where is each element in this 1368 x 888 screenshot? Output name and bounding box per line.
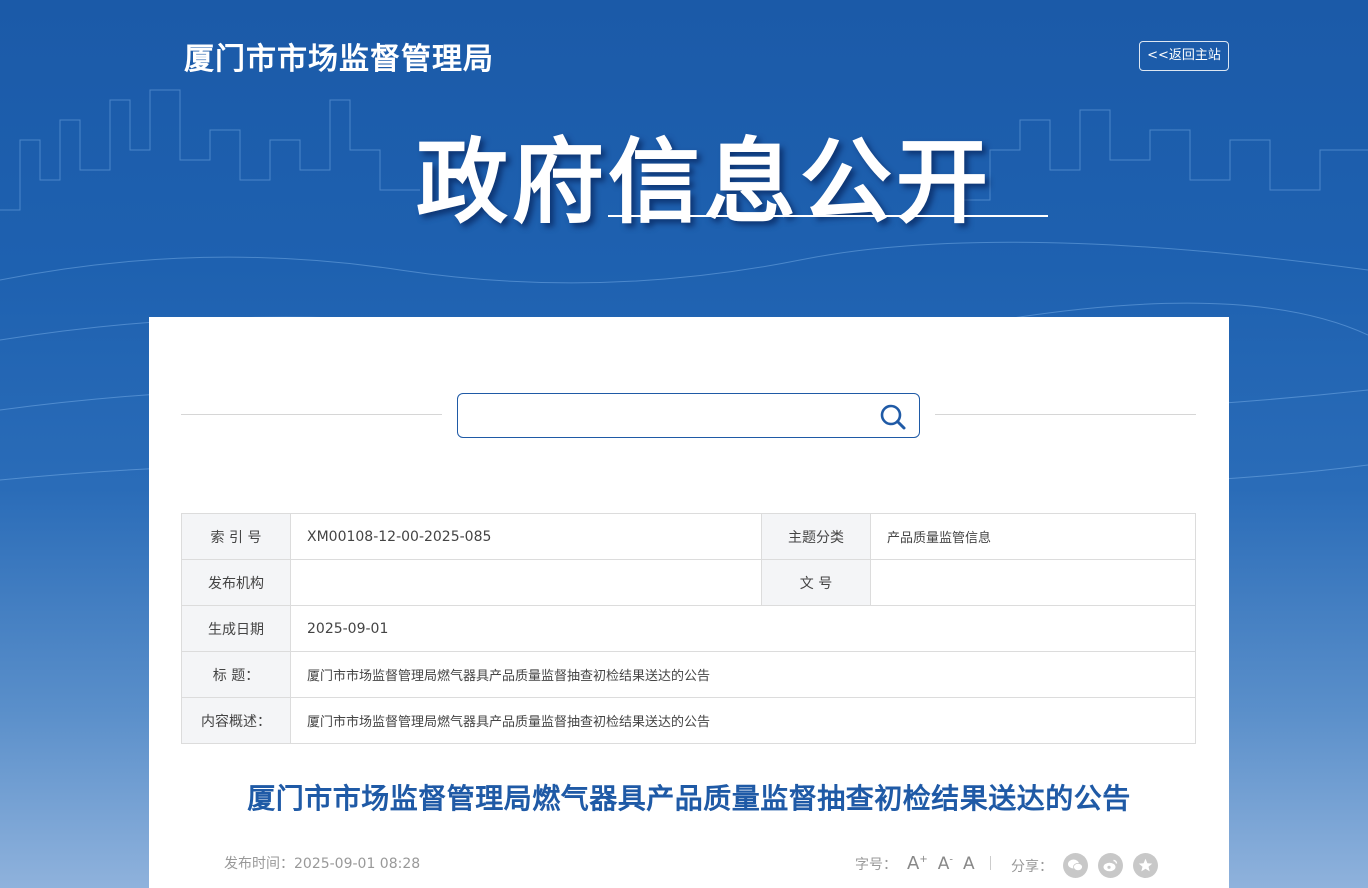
search-divider-right bbox=[935, 414, 1196, 415]
font-size-large-button[interactable]: A+ bbox=[907, 853, 928, 874]
weibo-icon[interactable] bbox=[1098, 853, 1123, 878]
font-medium-minus: - bbox=[949, 853, 953, 865]
share-bar: 分享： bbox=[1011, 853, 1158, 878]
share-label: 分享： bbox=[1011, 858, 1053, 875]
search-box bbox=[457, 393, 920, 438]
table-row: 标 题： 厦门市市场监督管理局燃气器具产品质量监督抽查初检结果送达的公告 bbox=[181, 651, 1196, 698]
search-icon[interactable] bbox=[879, 403, 907, 431]
back-to-main-site-button[interactable]: <<返回主站 bbox=[1139, 41, 1229, 71]
publish-time: 发布时间：2025-09-01 08:28 bbox=[224, 856, 421, 872]
title-value: 厦门市市场监督管理局燃气器具产品质量监督抽查初检结果送达的公告 bbox=[290, 651, 1196, 698]
generation-date-label: 生成日期 bbox=[181, 605, 291, 652]
table-row: 内容概述： 厦门市市场监督管理局燃气器具产品质量监督抽查初检结果送达的公告 bbox=[181, 697, 1196, 744]
publisher-value bbox=[290, 559, 762, 606]
meta-divider bbox=[990, 856, 991, 870]
table-row: 索 引 号 XM00108-12-00-2025-085 主题分类 产品质量监管… bbox=[181, 513, 1196, 560]
document-number-label: 文 号 bbox=[761, 559, 871, 606]
document-info-table: 索 引 号 XM00108-12-00-2025-085 主题分类 产品质量监管… bbox=[181, 513, 1196, 744]
font-size-medium-button[interactable]: A- bbox=[938, 854, 953, 874]
site-title: 厦门市市场监督管理局 bbox=[184, 42, 494, 77]
summary-label: 内容概述： bbox=[181, 697, 291, 744]
banner-title: 政府信息公开 bbox=[416, 129, 993, 236]
search-input[interactable] bbox=[468, 402, 858, 430]
publisher-label: 发布机构 bbox=[181, 559, 291, 606]
table-row: 发布机构 文 号 bbox=[181, 559, 1196, 606]
font-medium-glyph: A bbox=[937, 853, 950, 874]
table-row: 生成日期 2025-09-01 bbox=[181, 605, 1196, 652]
category-value: 产品质量监管信息 bbox=[870, 513, 1196, 560]
document-number-value bbox=[870, 559, 1196, 606]
index-number-value: XM00108-12-00-2025-085 bbox=[290, 513, 762, 560]
index-number-label: 索 引 号 bbox=[181, 513, 291, 560]
font-large-plus: + bbox=[919, 854, 928, 865]
wechat-icon[interactable] bbox=[1063, 853, 1088, 878]
font-size-control: 字号： A+ A- A bbox=[855, 853, 975, 874]
search-divider-left bbox=[181, 414, 442, 415]
generation-date-value: 2025-09-01 bbox=[290, 605, 1196, 652]
summary-value: 厦门市市场监督管理局燃气器具产品质量监督抽查初检结果送达的公告 bbox=[290, 697, 1196, 744]
title-label: 标 题： bbox=[181, 651, 291, 698]
font-large-glyph: A bbox=[907, 853, 920, 874]
font-size-small-button[interactable]: A bbox=[963, 854, 975, 874]
favorite-icon[interactable] bbox=[1133, 853, 1158, 878]
article-title: 厦门市市场监督管理局燃气器具产品质量监督抽查初检结果送达的公告 bbox=[247, 782, 1131, 815]
category-label: 主题分类 bbox=[761, 513, 871, 560]
banner-underline bbox=[608, 215, 1048, 217]
font-size-label: 字号： bbox=[855, 856, 897, 873]
content-panel: 索 引 号 XM00108-12-00-2025-085 主题分类 产品质量监管… bbox=[149, 317, 1229, 888]
